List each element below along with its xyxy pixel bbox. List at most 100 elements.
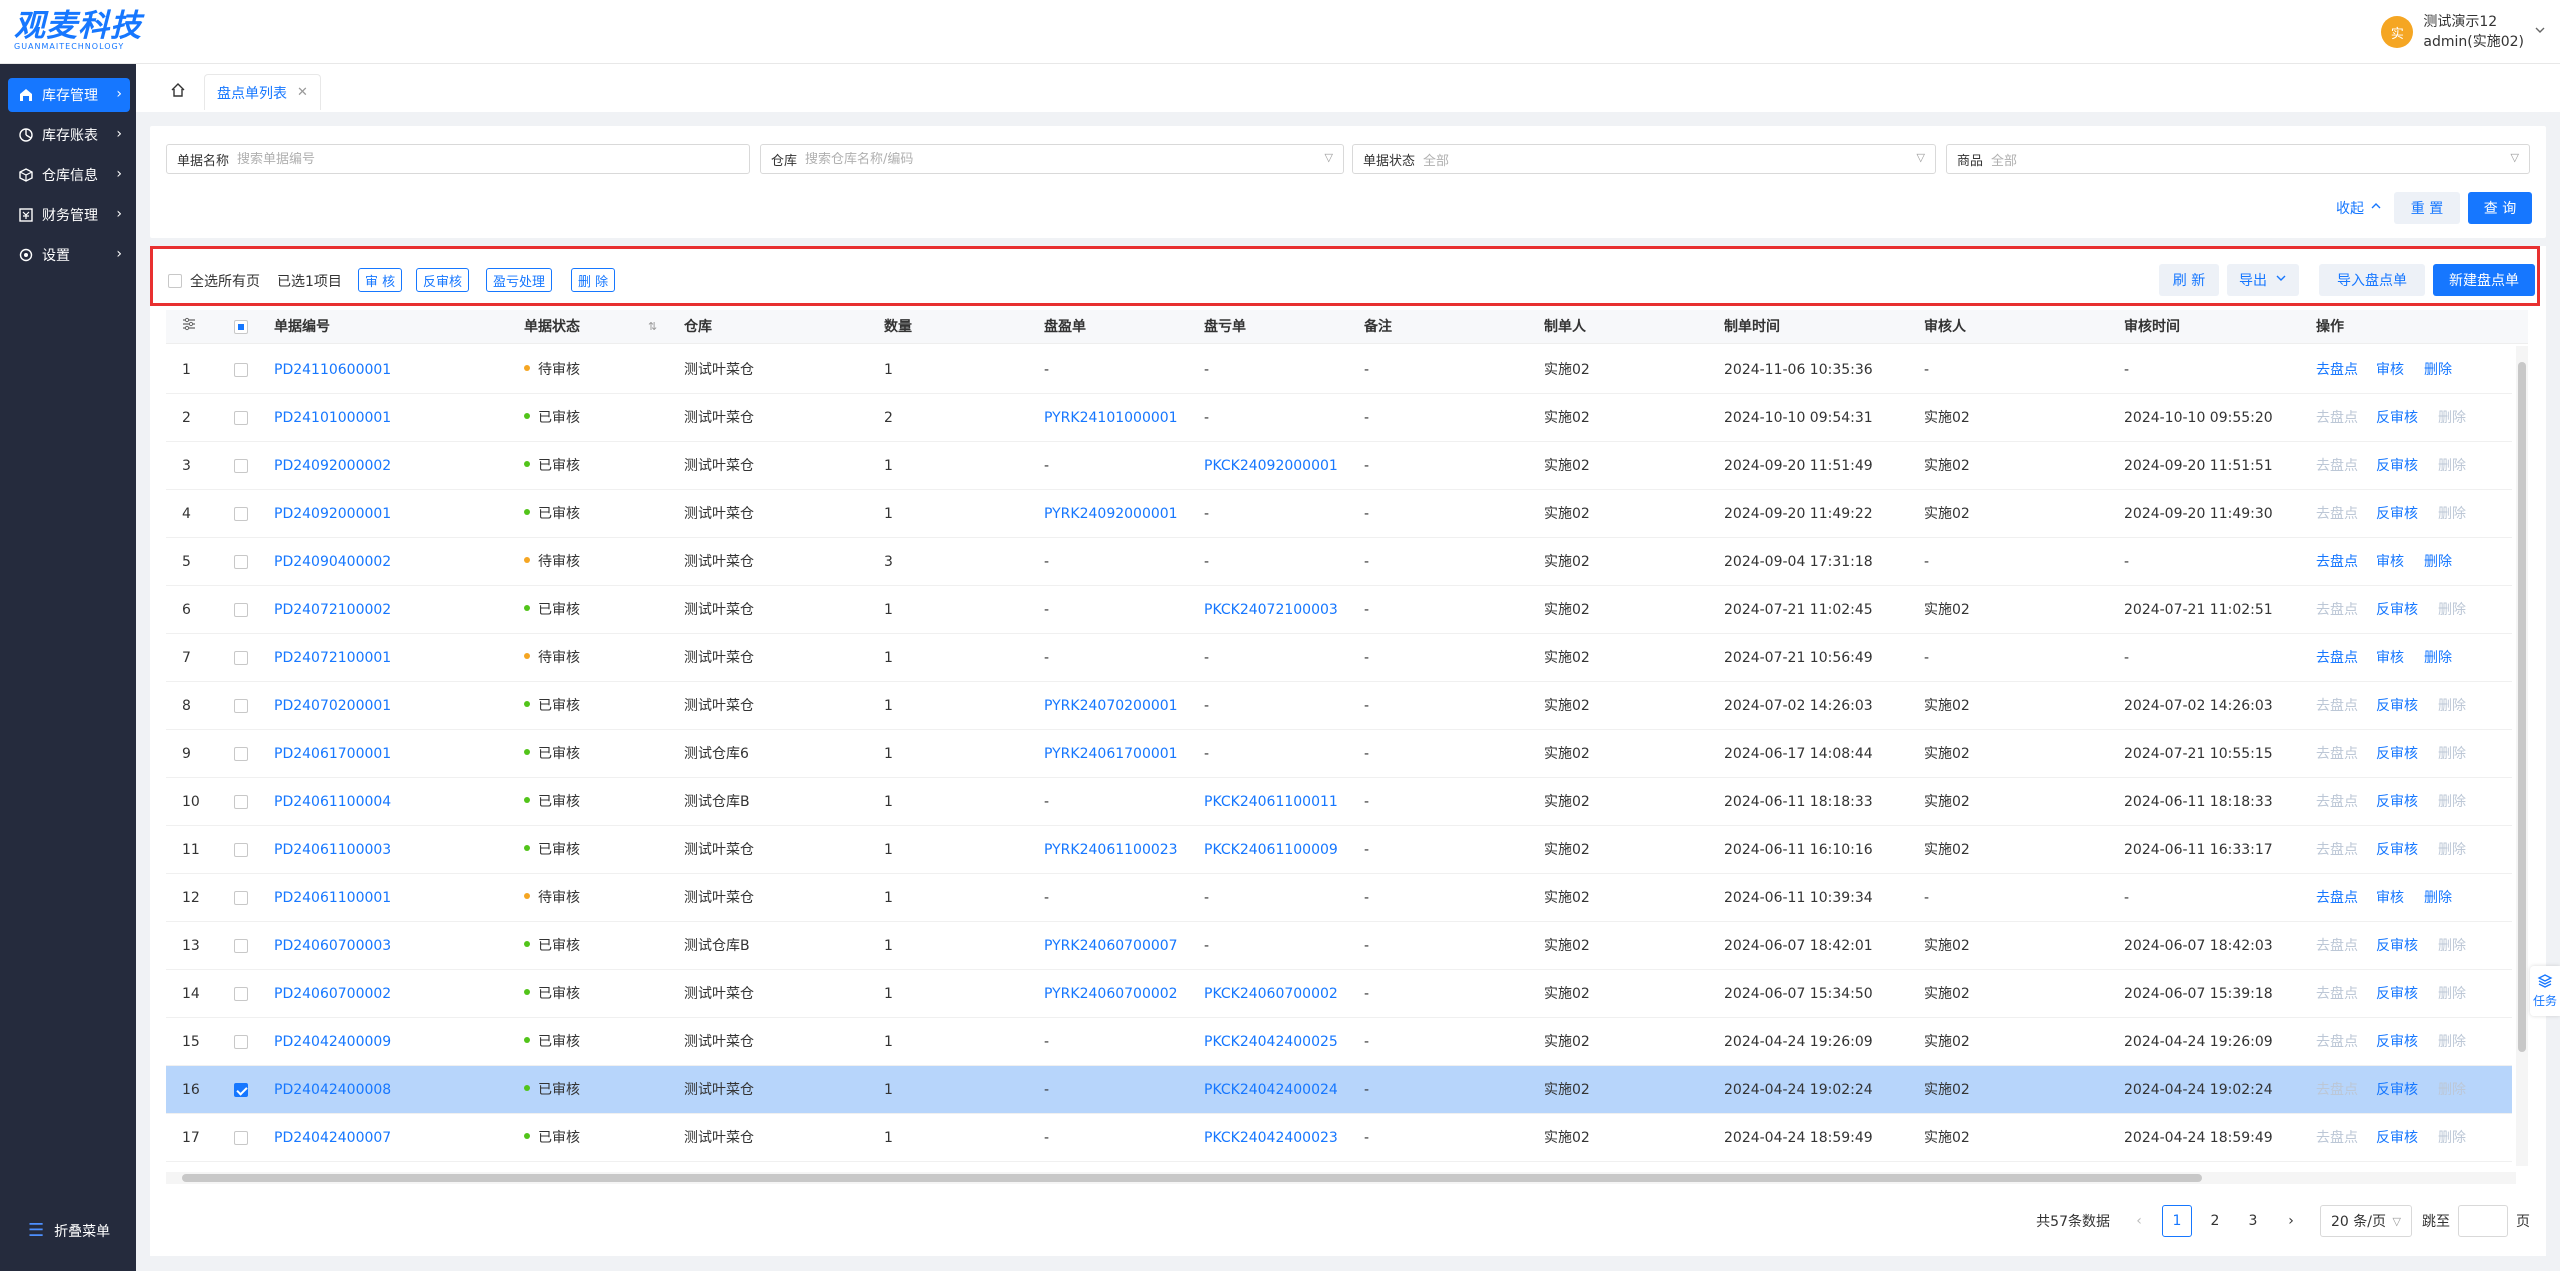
checkbox[interactable] (234, 747, 248, 761)
cell-code[interactable]: PD24061700001 (274, 730, 391, 778)
scroll-thumb[interactable] (182, 1174, 2202, 1182)
checkbox[interactable] (234, 843, 248, 857)
row-checkbox[interactable] (234, 778, 248, 826)
scroll-thumb[interactable] (2518, 362, 2526, 1052)
horizontal-scrollbar[interactable] (166, 1172, 2516, 1184)
op-audit-link[interactable]: 审核 (2376, 346, 2404, 394)
checkbox[interactable] (234, 987, 248, 1001)
sidebar-item-stock-report[interactable]: 库存账表 › (8, 118, 130, 152)
page-1[interactable]: 1 (2162, 1205, 2192, 1237)
loss-handle-button[interactable]: 盈亏处理 (486, 268, 553, 292)
new-stocktake-button[interactable]: 新建盘点单 (2433, 264, 2535, 296)
user-menu[interactable]: 实 测试演示12 admin(实施02) (2381, 12, 2546, 52)
checkbox[interactable] (234, 795, 248, 809)
checkbox[interactable] (234, 1083, 248, 1097)
row-checkbox[interactable] (234, 970, 248, 1018)
status-select[interactable]: 单据状态 全部 ▽ (1352, 144, 1936, 174)
cell-code[interactable]: PD24092000002 (274, 442, 391, 490)
prev-page-icon[interactable]: ‹ (2124, 1205, 2154, 1237)
op-go-stocktake-link[interactable]: 去盘点 (2316, 394, 2358, 442)
cell-gain[interactable]: PYRK24070200001 (1044, 682, 1178, 730)
cell-code[interactable]: PD24042400008 (274, 1066, 391, 1114)
op-unaudit-link[interactable]: 反审核 (2376, 922, 2418, 970)
op-delete-link[interactable]: 删除 (2438, 490, 2466, 538)
row-checkbox[interactable] (234, 682, 248, 730)
cell-code[interactable]: PD24060700003 (274, 922, 391, 970)
row-checkbox[interactable] (234, 1018, 248, 1066)
warehouse-input[interactable] (805, 151, 1343, 167)
doc-name-field[interactable]: 单据名称 (166, 144, 750, 174)
goods-select[interactable]: 商品 全部 ▽ (1946, 144, 2530, 174)
cell-code[interactable]: PD24101000001 (274, 394, 391, 442)
vertical-scrollbar[interactable] (2516, 346, 2528, 1166)
op-unaudit-link[interactable]: 反审核 (2376, 1018, 2418, 1066)
op-go-stocktake-link[interactable]: 去盘点 (2316, 490, 2358, 538)
checkbox[interactable] (234, 699, 248, 713)
query-button[interactable]: 查 询 (2468, 192, 2532, 224)
next-page-icon[interactable]: › (2276, 1205, 2306, 1237)
cell-gain[interactable]: PYRK24101000001 (1044, 394, 1178, 442)
row-checkbox[interactable] (234, 1066, 248, 1114)
row-checkbox[interactable] (234, 874, 248, 922)
cell-code[interactable]: PD24072100002 (274, 586, 391, 634)
table-row[interactable]: 8 PD24070200001 已审核 测试叶菜仓 1 PYRK24070200001 - -… (166, 682, 2512, 730)
op-go-stocktake-link[interactable]: 去盘点 (2316, 538, 2358, 586)
op-audit-link[interactable]: 审核 (2376, 634, 2404, 682)
table-row[interactable]: 1 PD24110600001 待审核 测试叶菜仓 1 - - - 实施02 2024-11-06… (166, 346, 2512, 394)
cell-gain[interactable]: PYRK24061700001 (1044, 730, 1178, 778)
goto-page-input[interactable] (2458, 1205, 2508, 1237)
row-checkbox[interactable] (234, 922, 248, 970)
checkbox[interactable] (234, 891, 248, 905)
op-unaudit-link[interactable]: 反审核 (2376, 970, 2418, 1018)
op-go-stocktake-link[interactable]: 去盘点 (2316, 346, 2358, 394)
row-checkbox[interactable] (234, 586, 248, 634)
checkbox[interactable] (234, 939, 248, 953)
row-checkbox[interactable] (234, 826, 248, 874)
column-settings-icon[interactable] (182, 310, 196, 344)
page-3[interactable]: 3 (2238, 1205, 2268, 1237)
op-go-stocktake-link[interactable]: 去盘点 (2316, 442, 2358, 490)
sidebar-item-finance[interactable]: 财务管理 › (8, 198, 130, 232)
collapse-menu-button[interactable]: ☰ 折叠菜单 (28, 1220, 110, 1241)
header-checkbox[interactable] (234, 310, 248, 344)
table-row[interactable]: 12 PD24061100001 待审核 测试叶菜仓 1 - - - 实施02 2024-06-1… (166, 874, 2512, 922)
company-logo[interactable]: 观麦科技 GUANMAITECHNOLOGY (14, 8, 154, 56)
table-row[interactable]: 14 PD24060700002 已审核 测试叶菜仓 1 PYRK24060700002 P… (166, 970, 2512, 1018)
cell-code[interactable]: PD24110600001 (274, 346, 391, 394)
audit-button[interactable]: 审 核 (358, 268, 403, 292)
table-row[interactable]: 15 PD24042400009 已审核 测试叶菜仓 1 - PKCK24042400025… (166, 1018, 2512, 1066)
checkbox[interactable] (168, 274, 182, 288)
op-unaudit-link[interactable]: 反审核 (2376, 682, 2418, 730)
op-go-stocktake-link[interactable]: 去盘点 (2316, 730, 2358, 778)
op-unaudit-link[interactable]: 反审核 (2376, 586, 2418, 634)
sidebar-item-inventory[interactable]: 库存管理 › (8, 78, 130, 112)
cell-gain[interactable]: PYRK24092000001 (1044, 490, 1178, 538)
table-row[interactable]: 4 PD24092000001 已审核 测试叶菜仓 1 PYRK24092000001 - -… (166, 490, 2512, 538)
cell-code[interactable]: PD24061100004 (274, 778, 391, 826)
op-delete-link[interactable]: 删除 (2438, 1018, 2466, 1066)
op-go-stocktake-link[interactable]: 去盘点 (2316, 826, 2358, 874)
import-button[interactable]: 导入盘点单 (2319, 264, 2425, 296)
close-icon[interactable]: ✕ (297, 85, 308, 100)
op-go-stocktake-link[interactable]: 去盘点 (2316, 1018, 2358, 1066)
checkbox[interactable] (234, 507, 248, 521)
doc-name-input[interactable] (237, 151, 749, 167)
row-checkbox[interactable] (234, 730, 248, 778)
refresh-button[interactable]: 刷 新 (2159, 264, 2219, 296)
op-go-stocktake-link[interactable]: 去盘点 (2316, 778, 2358, 826)
cell-code[interactable]: PD24070200001 (274, 682, 391, 730)
op-delete-link[interactable]: 删除 (2438, 778, 2466, 826)
table-row[interactable]: 6 PD24072100002 已审核 测试叶菜仓 1 - PKCK24072100003 -… (166, 586, 2512, 634)
op-delete-link[interactable]: 删除 (2438, 970, 2466, 1018)
checkbox[interactable] (234, 363, 248, 377)
unaudit-button[interactable]: 反审核 (416, 268, 470, 292)
cell-loss[interactable]: PKCK24092000001 (1204, 442, 1338, 490)
select-all-pages-checkbox[interactable]: 全选所有页 (168, 271, 260, 291)
cell-code[interactable]: PD24092000001 (274, 490, 391, 538)
row-checkbox[interactable] (234, 538, 248, 586)
table-row[interactable]: 5 PD24090400002 待审核 测试叶菜仓 3 - - - 实施02 2024-09-04… (166, 538, 2512, 586)
reset-button[interactable]: 重 置 (2394, 192, 2460, 224)
op-delete-link[interactable]: 删除 (2438, 682, 2466, 730)
collapse-filter-link[interactable]: 收起 (2336, 192, 2382, 224)
home-icon[interactable] (164, 76, 192, 104)
